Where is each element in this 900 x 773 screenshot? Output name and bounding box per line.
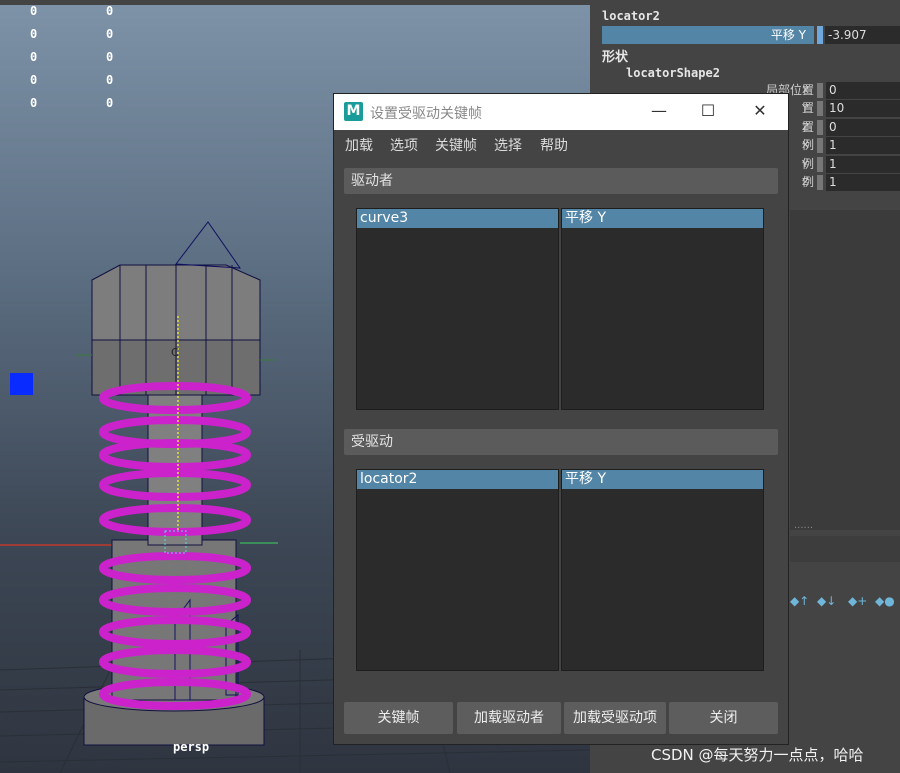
attribute-value-field[interactable]: 1 (826, 174, 900, 191)
panel-resize-handle[interactable]: ...... (790, 520, 900, 531)
menu-options[interactable]: 选项 (390, 135, 418, 155)
dialog-titlebar[interactable]: M 设置受驱动关键帧 — ☐ ✕ (334, 94, 788, 130)
shape-attribute-row[interactable]: 置 Z 0 (790, 119, 900, 136)
camera-label: persp (173, 740, 210, 754)
light-gizmo-icon[interactable] (10, 373, 33, 395)
shapes-header: 形状 (602, 50, 629, 65)
driven-object-list[interactable]: locator2 (356, 469, 559, 671)
watermark: CSDN @每天努力一点点，哈哈 (651, 746, 864, 764)
load-driver-button[interactable]: 加载驱动者 (457, 702, 561, 734)
node-name[interactable]: locator2 (602, 9, 660, 23)
attribute-value-field[interactable]: -3.907 (825, 26, 900, 44)
shape-attribute-row[interactable]: 例 Y 1 (790, 156, 900, 173)
attribute-value-field[interactable]: 10 (826, 100, 900, 117)
pivot-icon: C (171, 346, 179, 359)
driver-object-list[interactable]: curve3 (356, 208, 559, 410)
driven-attribute-list[interactable]: 平移 Y (561, 469, 764, 671)
key-up-icon[interactable]: ◆↑ (790, 594, 809, 608)
attribute-value-field[interactable]: 1 (826, 156, 900, 173)
list-item[interactable]: 平移 Y (562, 470, 763, 489)
dialog-title: 设置受驱动关键帧 (370, 106, 482, 122)
shape-attribute-row[interactable]: 置 Y 10 (790, 100, 900, 117)
list-item[interactable]: curve3 (357, 209, 558, 228)
channel-box-empty-area (790, 210, 900, 530)
maya-logo-icon: M (344, 102, 363, 121)
load-driven-button[interactable]: 加载受驱动项 (564, 702, 666, 734)
maximize-button[interactable]: ☐ (688, 100, 728, 122)
driver-section-header[interactable]: 驱动者 (344, 168, 778, 194)
close-button[interactable]: 关闭 (669, 702, 778, 734)
list-item[interactable]: locator2 (357, 470, 558, 489)
key-button[interactable]: 关键帧 (344, 702, 453, 734)
dialog-menubar: 加载 选项 关键帧 选择 帮助 (334, 130, 788, 158)
menu-load[interactable]: 加载 (345, 135, 373, 155)
menu-help[interactable]: 帮助 (540, 135, 568, 155)
menu-key[interactable]: 关键帧 (435, 135, 477, 155)
attribute-value-field[interactable]: 0 (826, 82, 900, 99)
attribute-value-field[interactable]: 0 (826, 119, 900, 136)
shape-attribute-row[interactable]: 局部位置 X 0 (766, 82, 900, 99)
key-down-icon[interactable]: ◆↓ (817, 594, 836, 608)
translate-y-attribute[interactable]: 平移 Y -3.907 (602, 26, 900, 44)
driven-section-header[interactable]: 受驱动 (344, 429, 778, 455)
attribute-value-field[interactable]: 1 (826, 137, 900, 154)
menu-select[interactable]: 选择 (494, 135, 522, 155)
keyed-indicator (817, 26, 823, 44)
key-toolbar: ◆↑ ◆↓ ◆+ ◆● (790, 562, 900, 622)
shape-name[interactable]: locatorShape2 (626, 66, 720, 80)
shape-attribute-row[interactable]: 例 X 1 (790, 137, 900, 154)
driver-attribute-list[interactable]: 平移 Y (561, 208, 764, 410)
shape-attribute-row[interactable]: 例 Z 1 (790, 174, 900, 191)
set-driven-key-dialog: M 设置受驱动关键帧 — ☐ ✕ 加载 选项 关键帧 选择 帮助 驱动者 cur… (334, 94, 788, 744)
minimize-button[interactable]: — (639, 100, 679, 122)
attribute-label[interactable]: 平移 Y (602, 26, 814, 44)
close-window-button[interactable]: ✕ (740, 100, 780, 122)
layer-editor-strip (790, 536, 900, 562)
key-options-icon[interactable]: ◆● (875, 594, 895, 608)
list-item[interactable]: 平移 Y (562, 209, 763, 228)
add-key-icon[interactable]: ◆+ (848, 594, 867, 608)
